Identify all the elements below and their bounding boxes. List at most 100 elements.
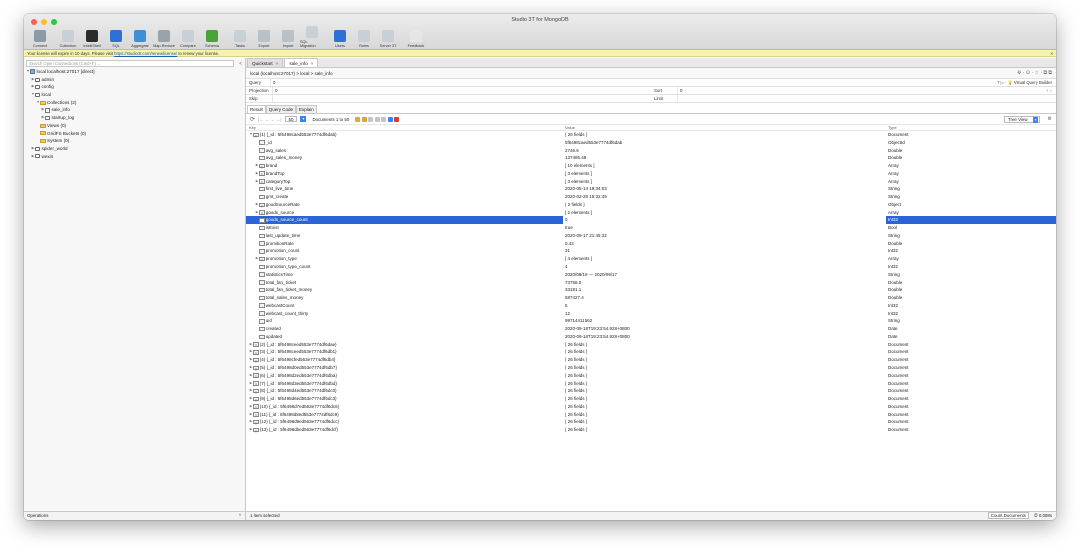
field-row[interactable]: webcast_count_thirty 12 Int32 xyxy=(246,310,1056,318)
renew-license-link[interactable]: https://studio3t.com/renewlicense/ xyxy=(114,51,177,56)
document-row[interactable]: ▶{} (2) {_id : 5f6498ceed553e7774df6dae}{… xyxy=(246,341,1056,349)
field-row[interactable]: goods_source_count 0 Int32 xyxy=(246,216,1056,225)
toolbar-aggregate-button[interactable]: Aggregate xyxy=(128,24,152,48)
toolbar-sql-button[interactable]: SQL xyxy=(104,24,128,48)
tab-quickstart[interactable]: Quickstart × xyxy=(247,58,284,67)
sidebar-node[interactable]: ▼ local localhost:27017 [direct] xyxy=(24,68,245,76)
field-row[interactable]: created 2020-09-18T19:23:54.928+0800 Date xyxy=(246,325,1056,333)
document-row[interactable]: ▼{} (1) {_id : 5f6498caed553e7774df6dab}{… xyxy=(246,131,1056,139)
field-row[interactable]: gmt_create 2020-02-28 15:32:49 String xyxy=(246,193,1056,201)
close-tab-icon[interactable]: × xyxy=(311,61,314,66)
field-row[interactable]: _id 5f6498caed553e7774df6dab ObjectId xyxy=(246,139,1056,147)
count-documents-button[interactable]: Count Documents xyxy=(987,512,1029,519)
toolbar-map-reduce-button[interactable]: Map-Reduce xyxy=(152,24,176,48)
expand-operations-icon[interactable]: ^ xyxy=(239,512,241,520)
breadcrumb-tools[interactable]: ⟱ · ⊙ · ☆ · ⧉ ⧉ xyxy=(1017,68,1052,79)
sidebar-node[interactable]: ▶ admin xyxy=(24,76,245,84)
result-tab-result[interactable]: Result xyxy=(247,105,266,113)
toolbar-server-3t-button[interactable]: Server 3T xyxy=(376,24,400,48)
query-input[interactable]: 0 xyxy=(270,79,1056,86)
document-row[interactable]: ▶{} (6) {_id : 5f6498d2ed553e7774df6dba}{… xyxy=(246,372,1056,380)
document-row[interactable]: ▶{} (3) {_id : 5f6498ceed553e7774df6db1}{… xyxy=(246,348,1056,356)
field-row[interactable]: total_fan_ticket_money 33191.1 Double xyxy=(246,286,1056,294)
value-column-header[interactable]: Value xyxy=(563,125,886,130)
field-row[interactable]: promitionRate 0.42 Double xyxy=(246,240,1056,248)
field-row[interactable]: ▶{} brand[ 10 elements ] Array xyxy=(246,162,1056,170)
field-row[interactable]: promotion_count 31 Int32 xyxy=(246,247,1056,255)
close-banner-icon[interactable]: × xyxy=(1051,50,1053,57)
field-row[interactable]: webcastCount 5 Int32 xyxy=(246,302,1056,310)
field-row[interactable]: last_update_time 2020-09-17 21:45:32 Strin… xyxy=(246,232,1056,240)
toolbar-schema-button[interactable]: Schema xyxy=(200,24,224,48)
skip-input[interactable] xyxy=(272,95,651,102)
field-row[interactable]: total_fan_ticket 73758.0 Double xyxy=(246,279,1056,287)
add-document-icon[interactable] xyxy=(355,116,361,122)
gear-icon[interactable]: ⚙ xyxy=(1048,116,1052,122)
field-row[interactable]: ▶{} brandTop[ 3 elements ] Array xyxy=(246,170,1056,178)
key-column-header[interactable]: Key xyxy=(246,125,563,130)
sidebar-node[interactable]: ▶ spider_world xyxy=(24,145,245,153)
projection-input[interactable]: 0 xyxy=(272,87,651,94)
field-row[interactable]: uid 99714411562 String xyxy=(246,317,1056,325)
field-row[interactable]: updated 2020-09-18T19:23:54.928+0800 Date xyxy=(246,333,1056,341)
sidebar-node[interactable]: System (0) xyxy=(24,137,245,145)
sort-input[interactable]: 0 xyxy=(677,87,1056,94)
document-row[interactable]: ▶{} (7) {_id : 5f6498d3ed553e7774df6dbd}{… xyxy=(246,380,1056,388)
sidebar-node[interactable]: GridFS Buckets (0) xyxy=(24,130,245,138)
toolbar-roles-button[interactable]: Roles xyxy=(352,24,376,48)
toolbar-collection-button[interactable]: Collection xyxy=(56,24,80,48)
sidebar-node[interactable]: ▼ local xyxy=(24,91,245,99)
view-mode-select[interactable]: Tree View ▾ xyxy=(1004,116,1040,123)
document-row[interactable]: ▶{} (5) {_id : 5f6498d0ed553e7774df6db7}{… xyxy=(246,364,1056,372)
collapse-sidebar-button[interactable]: < xyxy=(239,61,242,67)
sidebar-node[interactable]: ▶ config xyxy=(24,83,245,91)
document-row[interactable]: ▶{} (13) {_id : 5f6498dbed553e7774df6dcf}… xyxy=(246,426,1056,434)
field-row[interactable]: promotion_type_count 4 Int32 xyxy=(246,263,1056,271)
field-row[interactable]: ▶{} categoryTop[ 3 elements ] Array xyxy=(246,178,1056,186)
chevron-down-icon[interactable]: ▾ xyxy=(300,116,307,122)
field-row[interactable]: ▶{} promotion_type[ 4 elements ] Array xyxy=(246,255,1056,263)
tab-sale-info[interactable]: sale_info × xyxy=(284,58,319,67)
limit-input[interactable] xyxy=(677,95,1056,102)
type-column-header[interactable]: Type xyxy=(886,125,1056,130)
delete-document-icon[interactable] xyxy=(394,116,400,122)
toolbar-intellishell-button[interactable]: IntelliShell xyxy=(80,24,104,48)
toolbar-compare-button[interactable]: Compare xyxy=(176,24,200,48)
value-cell[interactable]: 0 xyxy=(563,216,886,225)
toolbar-sql-migration-button[interactable]: SQL Migration xyxy=(300,24,324,48)
document-row[interactable]: ▶{} (12) {_id : 5f6498d9ed553e7774df6dcc}… xyxy=(246,418,1056,426)
copy-document-icon[interactable] xyxy=(368,116,374,122)
close-tab-icon[interactable]: × xyxy=(276,61,279,66)
check-icon[interactable] xyxy=(387,116,393,122)
sidebar-node[interactable]: ▼ Collections (2) xyxy=(24,99,245,107)
export-document-icon[interactable] xyxy=(381,116,387,122)
result-tab-query-code[interactable]: Query Code xyxy=(265,105,297,113)
sort-order-buttons[interactable]: ↑ ↓ xyxy=(1047,87,1052,95)
sidebar-node[interactable]: ▶ startup_log xyxy=(24,114,245,122)
field-row[interactable]: avg_sales_money 137485.48 Double xyxy=(246,154,1056,162)
field-row[interactable]: avg_sales 2746.6 Double xyxy=(246,147,1056,155)
field-row[interactable]: total_sales_money 687427.4 Double xyxy=(246,294,1056,302)
document-row[interactable]: ▶{} (4) {_id : 5f6498cfed553e7774df6db4}{… xyxy=(246,356,1056,364)
toolbar-connect-button[interactable]: Connect xyxy=(28,24,52,48)
field-row[interactable]: first_live_time 2020-05-14 19:34:03 String xyxy=(246,185,1056,193)
sidebar-node[interactable]: ▶ wexin xyxy=(24,153,245,161)
toolbar-tasks-button[interactable]: Tasks xyxy=(228,24,252,48)
document-row[interactable]: ▶{} (10) {_id : 5f6498d7ed553e7774df6dc6}… xyxy=(246,403,1056,411)
refresh-icon[interactable]: ⟳ xyxy=(250,116,255,123)
sidebar-node[interactable]: Views (0) xyxy=(24,122,245,130)
connection-search-input[interactable]: Search Open Connections (Cmd+F) ... xyxy=(26,60,234,67)
edit-document-icon[interactable] xyxy=(361,116,367,122)
document-row[interactable]: ▶{} (8) {_id : 5f6498d4ed553e7774df6dc0}{… xyxy=(246,387,1056,395)
sidebar-node[interactable]: ▶ sale_info xyxy=(24,106,245,114)
page-size-select[interactable]: 50 xyxy=(284,116,298,122)
toolbar-users-button[interactable]: Users xyxy=(328,24,352,48)
document-row[interactable]: ▶{} (11) {_id : 5f6498d8ed553e7774df6dc9}… xyxy=(246,411,1056,419)
operations-panel-header[interactable]: Operations ^ xyxy=(24,511,245,520)
toolbar-export-button[interactable]: Export xyxy=(252,24,276,48)
field-row[interactable]: ▶{} goodSourceRate{ 2 fields } Object xyxy=(246,201,1056,209)
field-row[interactable]: statisticsTime 2020/08/19 — 2020/09/17 Str… xyxy=(246,271,1056,279)
toolbar-feedback-button[interactable]: Feedback xyxy=(404,24,428,48)
result-tab-explain[interactable]: Explain xyxy=(296,105,317,113)
query-tools[interactable]: ? ▷ · 💡 Visual Query Builder xyxy=(997,79,1052,87)
